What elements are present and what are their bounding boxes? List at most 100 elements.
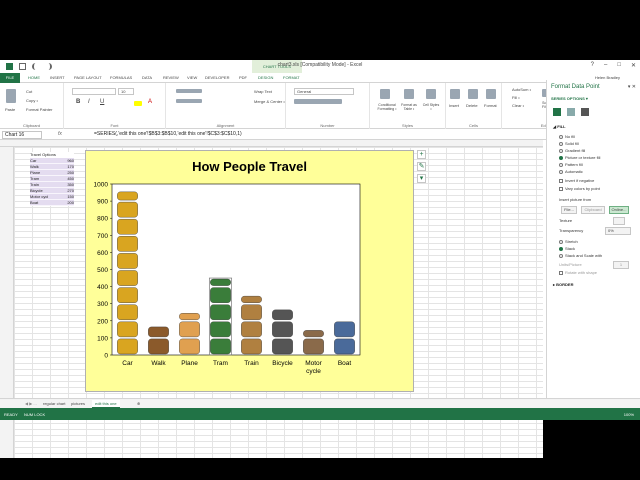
bar-bicycle[interactable] xyxy=(272,309,293,355)
tab-home[interactable]: HOME xyxy=(28,75,40,80)
format-cells-button[interactable]: Format xyxy=(484,103,497,108)
units-picture-input[interactable]: 1 xyxy=(613,261,629,269)
bar-picture-unit[interactable] xyxy=(241,304,262,320)
font-name-combo[interactable] xyxy=(72,88,116,95)
table-cell-name[interactable]: Motor cycl xyxy=(30,194,60,199)
delete-cells-button[interactable]: Delete xyxy=(466,103,478,108)
table-cell-value[interactable]: 350 xyxy=(60,182,74,187)
bar-motor-cycle[interactable] xyxy=(303,330,324,355)
table-cell-name[interactable]: Plane xyxy=(30,170,60,175)
bar-picture-unit[interactable] xyxy=(272,338,293,355)
insert-cells-button[interactable]: Insert xyxy=(449,103,459,108)
bar-picture-unit[interactable] xyxy=(117,270,138,286)
bar-picture-unit[interactable] xyxy=(210,321,231,338)
invert-negative-checkbox[interactable]: Invert if negative xyxy=(559,178,594,183)
clipboard-button[interactable]: Clipboard xyxy=(581,206,605,214)
bold-button[interactable]: B xyxy=(76,99,80,105)
tab-developer[interactable]: DEVELOPER xyxy=(205,75,229,80)
tab-data[interactable]: DATA xyxy=(142,75,152,80)
align-left-icons[interactable] xyxy=(176,99,202,103)
border-section-header[interactable]: ▸ BORDER xyxy=(553,282,573,287)
bar-picture-unit[interactable] xyxy=(117,338,138,355)
sheet-tab-regular-chart[interactable]: regular chart xyxy=(40,400,68,408)
table-cell-name[interactable]: Walk xyxy=(30,164,60,169)
table-cell-name[interactable]: Train xyxy=(30,182,60,187)
bar-picture-unit[interactable] xyxy=(179,313,200,320)
delete-cells-icon[interactable] xyxy=(468,89,478,99)
bar-picture-unit[interactable] xyxy=(117,201,138,218)
bar-picture-unit[interactable] xyxy=(210,304,231,320)
tab-design[interactable]: DESIGN xyxy=(258,75,273,80)
chart-plot[interactable]: 0 100 200 300 400 500 600 700 800 900 1000 Car Walk P… xyxy=(86,151,415,393)
format-as-table-button[interactable]: Format as Table • xyxy=(398,103,420,111)
tab-file[interactable]: FILE xyxy=(0,73,20,83)
tab-insert[interactable]: INSERT xyxy=(50,75,65,80)
bar-picture-unit[interactable] xyxy=(117,253,138,269)
merge-center-button[interactable]: Merge & Center • xyxy=(254,99,285,104)
maximize-icon[interactable]: □ xyxy=(617,62,621,69)
bar-picture-unit[interactable] xyxy=(272,309,293,321)
new-sheet-icon[interactable]: ⊕ xyxy=(134,400,143,408)
bar-train[interactable] xyxy=(241,295,262,355)
close-pane-icon[interactable]: ▾ ✕ xyxy=(628,84,636,90)
bar-picture-unit[interactable] xyxy=(179,338,200,355)
no-fill-radio[interactable]: No fill xyxy=(559,134,575,139)
sheet-tab-edit-this-one[interactable]: edit this one xyxy=(92,400,120,408)
close-icon[interactable]: ✕ xyxy=(631,62,636,69)
copy-button[interactable]: Copy • xyxy=(26,98,38,103)
help-icon[interactable]: ? xyxy=(591,62,594,69)
bar-tram[interactable] xyxy=(208,277,233,356)
tab-format[interactable]: FORMAT xyxy=(283,75,300,80)
gradient-fill-radio[interactable]: Gradient fill xyxy=(559,148,585,153)
fill-section-header[interactable]: ◢ FILL xyxy=(553,124,566,129)
table-cell-name[interactable]: Boat xyxy=(30,200,60,205)
formula-input[interactable]: =SERIES(,'edit this one'!$B$3:$B$10,'edi… xyxy=(94,131,242,137)
transparency-input[interactable]: 0% xyxy=(605,227,631,235)
paste-icon[interactable] xyxy=(6,89,16,103)
table-cell-value[interactable]: 170 xyxy=(60,164,74,169)
tab-page-layout[interactable]: PAGE LAYOUT xyxy=(74,75,102,80)
zoom-level[interactable]: 100% xyxy=(624,412,634,417)
bar-picture-unit[interactable] xyxy=(148,338,169,355)
bar-walk[interactable] xyxy=(148,326,169,355)
bar-picture-unit[interactable] xyxy=(210,338,231,355)
number-format-combo[interactable]: General xyxy=(294,88,354,95)
table-cell-name[interactable]: Car xyxy=(30,158,60,163)
sheet-tab-pictures[interactable]: pictures xyxy=(68,400,88,408)
table-cell-name[interactable]: Bicycle xyxy=(30,188,60,193)
rotate-with-shape-checkbox[interactable]: Rotate with shape xyxy=(559,270,597,275)
font-size-combo[interactable]: 10 xyxy=(118,88,134,95)
minimize-icon[interactable]: – xyxy=(604,62,607,69)
automatic-fill-radio[interactable]: Automatic xyxy=(559,169,583,174)
bar-plane[interactable] xyxy=(179,313,200,355)
vary-colors-checkbox[interactable]: Vary colors by point xyxy=(559,186,600,191)
bar-picture-unit[interactable] xyxy=(117,304,138,320)
underline-button[interactable]: U xyxy=(100,99,104,105)
table-cell-value[interactable]: 200 xyxy=(60,200,74,205)
conditional-formatting-icon[interactable] xyxy=(380,89,390,99)
table-cell-value[interactable]: 150 xyxy=(60,194,74,199)
picture-fill-radio[interactable]: Picture or texture fill xyxy=(559,155,600,160)
series-options-dropdown[interactable]: SERIES OPTIONS ▾ xyxy=(551,96,588,101)
cell-styles-icon[interactable] xyxy=(426,89,436,99)
pattern-fill-radio[interactable]: Pattern fill xyxy=(559,162,583,167)
bar-picture-unit[interactable] xyxy=(148,326,169,338)
bar-picture-unit[interactable] xyxy=(117,191,138,201)
bar-picture-unit[interactable] xyxy=(210,287,231,303)
texture-picker[interactable] xyxy=(613,217,625,225)
chart-filters-button[interactable]: ▾ xyxy=(417,174,426,183)
format-cells-icon[interactable] xyxy=(486,89,496,99)
format-as-table-icon[interactable] xyxy=(404,89,414,99)
bar-picture-unit[interactable] xyxy=(334,321,355,338)
fx-icon[interactable]: fx xyxy=(58,131,62,137)
effects-icon[interactable] xyxy=(567,108,575,116)
cell-styles-button[interactable]: Cell Styles • xyxy=(422,103,440,111)
stack-radio[interactable]: Stack xyxy=(559,246,575,251)
bar-picture-unit[interactable] xyxy=(303,338,324,355)
table-cell-value[interactable]: 250 xyxy=(60,170,74,175)
table-cell-value[interactable]: 270 xyxy=(60,188,74,193)
bar-picture-unit[interactable] xyxy=(334,338,355,355)
chart-styles-button[interactable]: ✎ xyxy=(417,162,426,171)
bar-picture-unit[interactable] xyxy=(303,330,324,338)
bar-picture-unit[interactable] xyxy=(241,338,262,355)
